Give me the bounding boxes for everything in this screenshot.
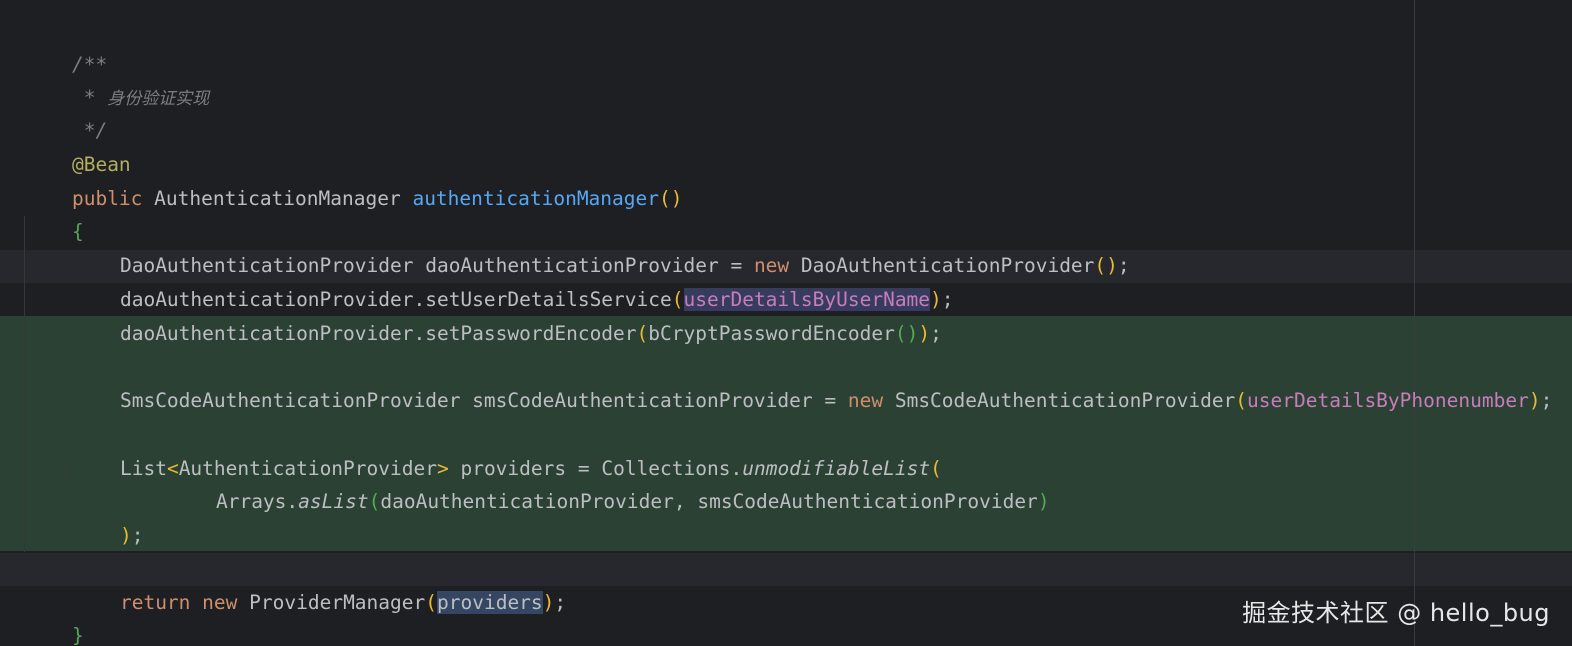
semicolon: ; xyxy=(1540,389,1553,412)
paren-open: ( xyxy=(659,187,671,210)
paren-close: ) xyxy=(542,591,555,614)
method-brace-close: } xyxy=(71,624,84,646)
provider-manager-ctor: ProviderManager xyxy=(237,591,426,614)
as-list-args: daoAuthenticationProvider, smsCodeAuthen… xyxy=(380,490,1038,513)
sms-provider-ctor: SmsCodeAuthenticationProvider xyxy=(883,389,1236,412)
paren-close: ) xyxy=(1037,490,1050,513)
paren-open: ( xyxy=(425,591,437,614)
code-line-14[interactable]: Arrays.asList(daoAuthenticationProvider,… xyxy=(169,452,1050,513)
list-type: List xyxy=(119,457,167,480)
code-line-17[interactable]: return new ProviderManager(providers); xyxy=(73,553,566,614)
indent-guide-inner xyxy=(69,452,70,486)
code-line-4[interactable]: @Bean xyxy=(25,115,131,176)
providers-arg: providers xyxy=(437,591,543,614)
set-password-encoder-call: daoAuthenticationProvider.setPasswordEnc… xyxy=(119,322,637,345)
method-name: authenticationManager xyxy=(412,187,659,210)
paren-open: ( xyxy=(1235,389,1248,412)
code-line-5[interactable]: public AuthenticationManager authenticat… xyxy=(25,149,683,210)
sms-provider-decl: SmsCodeAuthenticationProvider smsCodeAut… xyxy=(119,389,848,412)
paren-close: ) xyxy=(1528,389,1541,412)
semicolon: ; xyxy=(941,288,954,311)
code-line-6[interactable]: { xyxy=(25,182,84,243)
code-line-1[interactable]: /** xyxy=(25,15,107,76)
bcrypt-encoder-call: bCryptPasswordEncoder xyxy=(648,322,895,345)
right-margin-guide xyxy=(1414,0,1415,646)
code-line-8[interactable]: daoAuthenticationProvider.setUserDetails… xyxy=(73,250,954,311)
watermark: 掘金技术社区 @ hello_bug xyxy=(1242,599,1550,627)
code-line-11[interactable]: SmsCodeAuthenticationProvider smsCodeAut… xyxy=(73,351,1552,412)
as-list-call: asList xyxy=(298,490,369,513)
semicolon: ; xyxy=(554,591,567,614)
code-line-18[interactable]: } xyxy=(25,586,84,646)
paren-close-inner: ) xyxy=(906,322,919,345)
arrays-class: Arrays. xyxy=(215,490,299,513)
paren-open: ( xyxy=(1094,254,1107,277)
keyword-return: return xyxy=(119,591,191,614)
code-line-7[interactable]: DaoAuthenticationProvider daoAuthenticat… xyxy=(73,216,1130,277)
paren-close: ) xyxy=(670,187,683,210)
javadoc-text: 身份验证实现 xyxy=(107,89,210,109)
code-line-15[interactable]: ); xyxy=(73,486,144,547)
paren-close: ) xyxy=(918,322,931,345)
keyword-new: new xyxy=(847,389,884,412)
paren-open: ( xyxy=(368,490,381,513)
paren-close: ) xyxy=(119,524,132,547)
code-line-13[interactable]: List<AuthenticationProvider> providers =… xyxy=(73,419,942,480)
paren-close: ) xyxy=(1106,254,1118,277)
user-details-by-phonenumber-arg: userDetailsByPhonenumber xyxy=(1247,389,1529,412)
code-line-3[interactable]: */ xyxy=(25,81,108,142)
code-line-2[interactable]: * 身份验证实现 xyxy=(25,48,210,109)
semicolon: ; xyxy=(930,322,942,345)
paren-open-inner: ( xyxy=(894,322,907,345)
keyword-new: new xyxy=(202,591,238,614)
semicolon: ; xyxy=(1117,254,1130,277)
paren-open: ( xyxy=(636,322,649,345)
code-line-9[interactable]: daoAuthenticationProvider.setPasswordEnc… xyxy=(73,284,942,345)
semicolon: ; xyxy=(131,524,144,547)
code-editor[interactable]: /** * 身份验证实现 */ @Bean public Authenticat… xyxy=(0,0,1572,646)
return-type: AuthenticationManager xyxy=(142,187,413,210)
